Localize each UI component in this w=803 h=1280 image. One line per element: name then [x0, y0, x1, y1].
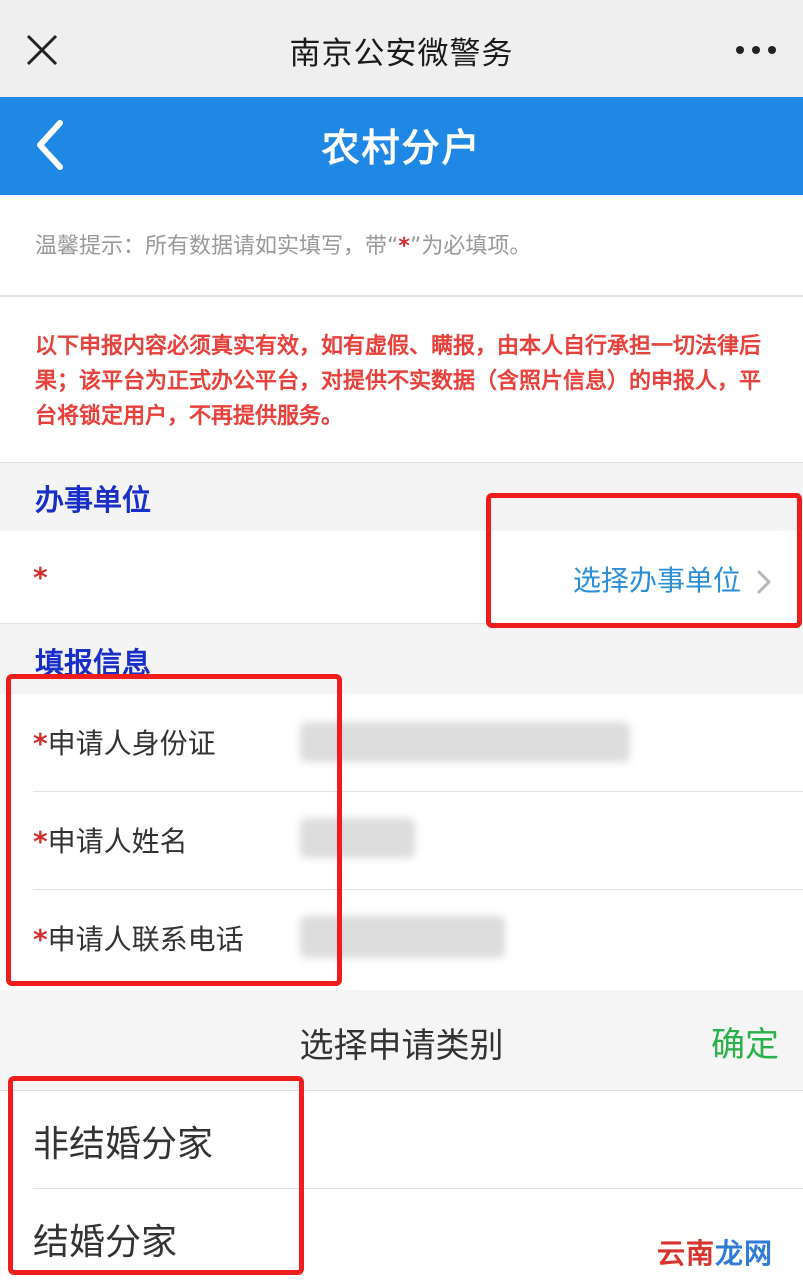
- page-header: 农村分户: [0, 97, 803, 195]
- tip-text: 温馨提示：所有数据请如实填写，带“*”为必填项。: [35, 228, 531, 260]
- highlight-box-unit: [486, 493, 802, 628]
- required-mark: *: [33, 561, 48, 594]
- tip-suffix: ”为必填项。: [409, 234, 532, 259]
- watermark: 云南龙网: [657, 1232, 773, 1272]
- confirm-button[interactable]: 确定: [711, 1017, 779, 1066]
- watermark-part1: 云南: [656, 1237, 715, 1270]
- tip-prefix: 温馨提示：所有数据请如实填写，带“: [35, 234, 399, 259]
- more-icon[interactable]: [731, 32, 781, 68]
- window-title-bar: 南京公安微警务: [0, 0, 803, 97]
- highlight-box-fields: [6, 674, 342, 986]
- window-title: 南京公安微警务: [289, 36, 514, 72]
- legal-warning: 以下申报内容必须真实有效，如有虚假、瞒报，由本人自行承担一切法律后果；该平台为正…: [0, 297, 803, 462]
- page-title: 农村分户: [321, 126, 482, 170]
- tip-star: *: [398, 234, 410, 259]
- picker-title: 选择申请类别: [299, 1026, 504, 1066]
- tip-banner: 温馨提示：所有数据请如实填写，带“*”为必填项。: [0, 195, 803, 297]
- highlight-box-options: [8, 1076, 304, 1275]
- section-unit-title: 办事单位: [35, 483, 152, 517]
- watermark-part2: 龙网: [714, 1237, 773, 1270]
- legal-warning-text: 以下申报内容必须真实有效，如有虚假、瞒报，由本人自行承担一切法律后果；该平台为正…: [35, 334, 762, 429]
- field-id-card-input[interactable]: [300, 722, 630, 762]
